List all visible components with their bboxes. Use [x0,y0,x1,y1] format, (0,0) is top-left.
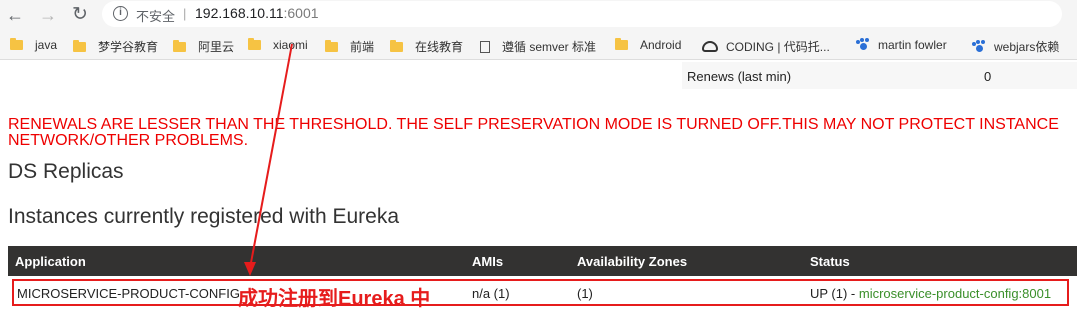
annotation-label: 成功注册到Eureka 中 [238,288,431,310]
annotation-arrow [244,43,293,276]
